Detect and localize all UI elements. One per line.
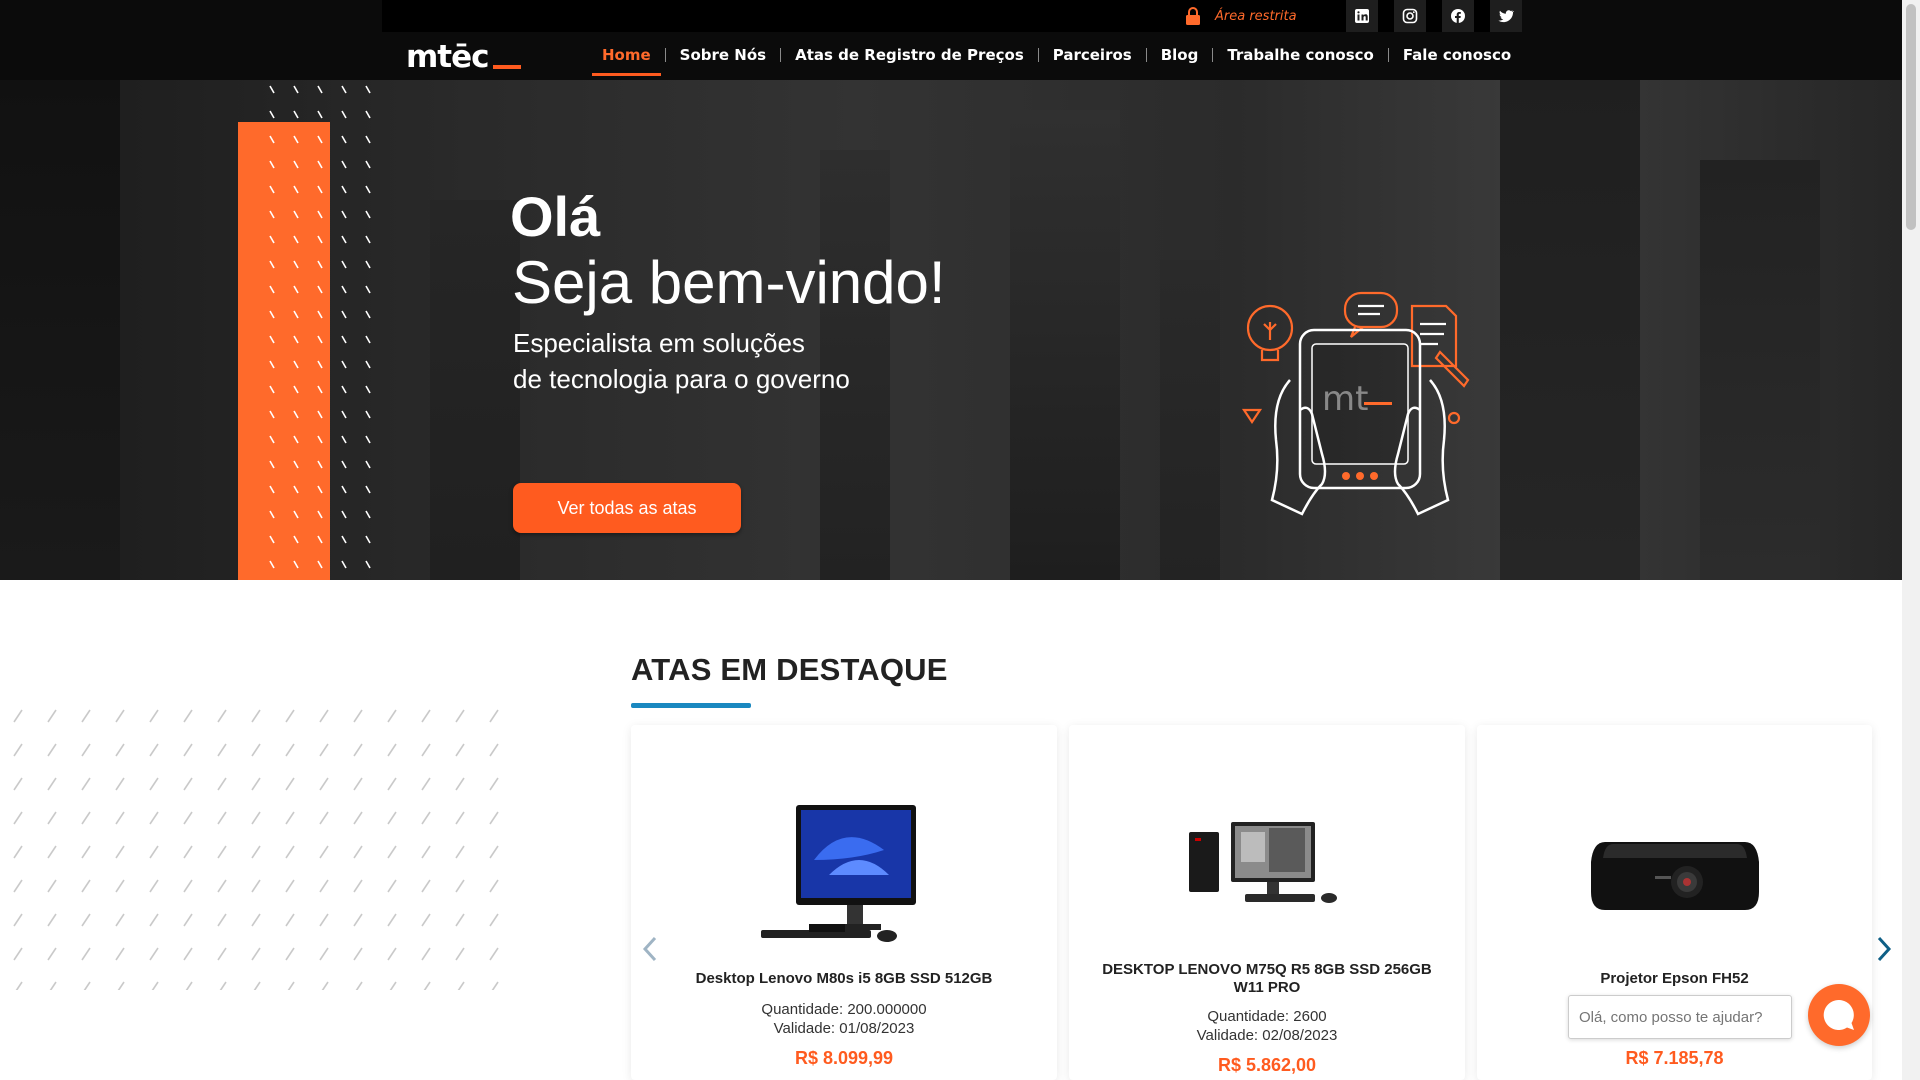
nav-divider: [1145, 48, 1147, 62]
nav-divider: [780, 48, 782, 62]
nav-home[interactable]: Home: [592, 46, 661, 76]
nav-fale-conosco[interactable]: Fale conosco: [1393, 46, 1521, 64]
section-title: ATAS EM DESTAQUE: [631, 652, 948, 687]
product-card[interactable]: Desktop Lenovo M80s i5 8GB SSD 512GB Qua…: [631, 725, 1057, 1080]
hero-subtitle-line2: de tecnologia para o governo: [513, 364, 850, 394]
nav-divider: [664, 48, 666, 62]
tablet-icon: mt: [1298, 328, 1422, 490]
mtec-logo[interactable]: mtēc: [406, 38, 521, 75]
projector-image: [1590, 842, 1759, 910]
facebook-icon: [1451, 9, 1465, 23]
page-scrollbar[interactable]: [1902, 0, 1920, 1080]
instagram-button[interactable]: [1394, 0, 1426, 32]
product-name: Projetor Epson FH52: [1600, 970, 1749, 987]
lightbulb-icon: [1246, 304, 1294, 362]
nav-divider: [1212, 48, 1214, 62]
chat-bubble-icon: [1823, 999, 1854, 1030]
nav-parceiros[interactable]: Parceiros: [1043, 46, 1142, 64]
nav-sobre-nos[interactable]: Sobre Nós: [670, 46, 776, 64]
twitter-button[interactable]: [1490, 0, 1522, 32]
nav-divider: [1037, 48, 1039, 62]
facebook-button[interactable]: [1442, 0, 1474, 32]
logo-text: mtēc: [406, 39, 490, 75]
logo-underscore: [492, 65, 521, 69]
building-silhouette: [1160, 260, 1220, 580]
chevron-right-icon: [1877, 936, 1892, 962]
hero-banner: Olá Seja bem-vindo! Especialista em solu…: [0, 80, 1902, 580]
linkedin-button[interactable]: [1346, 0, 1378, 32]
illustration-text: mt: [1322, 379, 1368, 419]
twitter-icon: [1498, 10, 1514, 23]
hero-subtitle: Especialista em soluções de tecnologia p…: [513, 325, 953, 397]
hero-subtitle-line1: Especialista em soluções: [513, 328, 805, 358]
building-silhouette: [1010, 110, 1120, 580]
product-validity: Validade: 01/08/2023: [773, 1020, 915, 1037]
tablet-hands-illustration: mt: [1241, 291, 1470, 516]
product-price: R$ 5.862,00: [1217, 1055, 1317, 1075]
view-all-atas-button[interactable]: Ver todas as atas: [513, 483, 741, 533]
carousel-next-button[interactable]: [1872, 932, 1896, 966]
scrollbar-thumb[interactable]: [1906, 4, 1916, 230]
product-name: DESKTOP LENOVO M75Q R5 8GB SSD 256GB W11…: [1102, 961, 1432, 996]
site-header: Área restrita mtēc Home Sobre Nós Atas d…: [0, 0, 1902, 80]
section-title-underline: [631, 703, 751, 708]
product-name: Desktop Lenovo M80s i5 8GB SSD 512GB: [695, 970, 993, 987]
lock-icon: [1186, 7, 1200, 25]
desktop-aio-image: [761, 805, 916, 942]
carousel-prev-button[interactable]: [638, 932, 662, 966]
product-card[interactable]: DESKTOP LENOVO M75Q R5 8GB SSD 256GB W11…: [1069, 725, 1465, 1080]
restricted-area-link[interactable]: Área restrita: [1185, 6, 1297, 26]
decorative-slash-pattern: [0, 700, 500, 990]
building-silhouette: [1500, 80, 1640, 580]
nav-atas[interactable]: Atas de Registro de Preços: [785, 46, 1034, 64]
building-silhouette: [0, 80, 120, 580]
linkedin-icon: [1355, 9, 1369, 23]
product-validity: Validade: 02/08/2023: [1196, 1027, 1338, 1044]
hero-greeting: Olá: [510, 185, 601, 248]
desktop-tiny-pc-image: [1189, 822, 1337, 903]
nav-trabalhe-conosco[interactable]: Trabalhe conosco: [1217, 46, 1383, 64]
restricted-area-label: Área restrita: [1215, 8, 1297, 24]
nav-divider: [1387, 48, 1389, 62]
main-nav: Home Sobre Nós Atas de Registro de Preço…: [592, 44, 1521, 76]
building-silhouette: [430, 200, 520, 580]
product-quantity: Quantidade: 200.000000: [761, 1001, 927, 1018]
instagram-icon: [1402, 8, 1418, 24]
decorative-dashes: [262, 80, 382, 580]
nav-blog[interactable]: Blog: [1151, 46, 1209, 64]
product-quantity: Quantidade: 2600: [1207, 1008, 1327, 1025]
chat-launcher-button[interactable]: [1808, 984, 1870, 1046]
building-silhouette: [1700, 160, 1820, 580]
chat-message-input[interactable]: [1568, 995, 1792, 1039]
product-price: R$ 7.185,78: [1625, 1048, 1724, 1068]
chevron-left-icon: [642, 936, 657, 962]
product-price: R$ 8.099,99: [794, 1048, 894, 1068]
hero-title: Seja bem-vindo!: [512, 249, 946, 316]
